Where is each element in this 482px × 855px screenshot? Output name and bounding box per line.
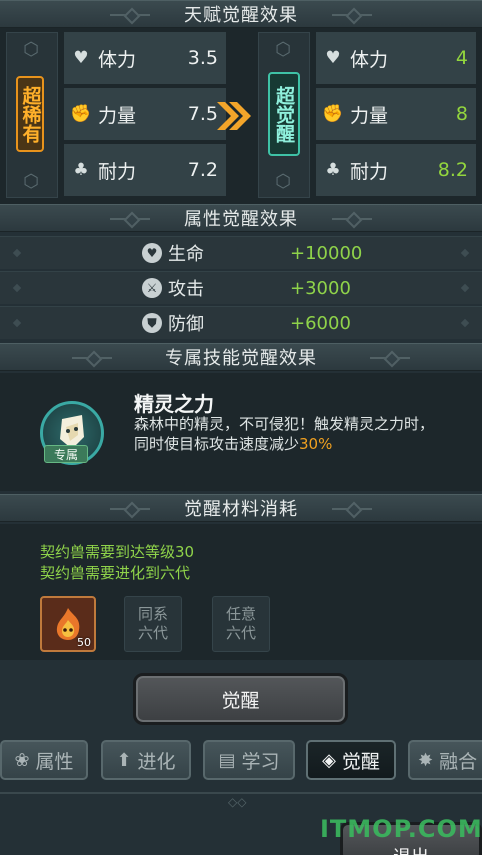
- skill-desc-line1: 森林中的精灵，不可侵犯！触发精灵之力时，: [134, 415, 435, 433]
- attr-label: 攻击: [168, 279, 204, 300]
- tab-label: 属性: [35, 750, 74, 773]
- awaken-button[interactable]: 觉醒: [133, 673, 348, 725]
- slot-label: 六代: [225, 624, 256, 642]
- beast-icon: ✸: [418, 749, 434, 771]
- emblem-icon: ⬡: [23, 170, 39, 192]
- skill-section-title: 专属技能觉醒效果: [165, 348, 317, 369]
- material-slot-any[interactable]: 任意 六代: [212, 596, 270, 652]
- material-section-header: 觉醒材料消耗: [0, 494, 482, 522]
- skill-panel: 专属 精灵之力 森林中的精灵，不可侵犯！触发精灵之力时， 同时使目标攻击速度减少…: [0, 373, 482, 491]
- after-stat-row: ✊ 力量 8: [316, 88, 476, 140]
- material-slot-beast[interactable]: 50: [40, 596, 96, 652]
- before-stat-row: ✊ 力量 7.5: [64, 88, 226, 140]
- stat-value: 8.2: [437, 159, 468, 181]
- tab-awaken[interactable]: ◈ 觉醒: [306, 740, 396, 780]
- emblem-icon: ⬡: [23, 38, 39, 60]
- before-stat-row: ♣ 耐力 7.2: [64, 144, 226, 196]
- before-stat-row: ♥ 体力 3.5: [64, 32, 226, 84]
- skill-desc-highlight: 30%: [299, 435, 333, 453]
- bottom-divider: [0, 792, 482, 794]
- figure-icon: ♣: [73, 160, 89, 180]
- attr-section-header: 属性觉醒效果: [0, 204, 482, 232]
- tab-attributes[interactable]: ❀ 属性: [0, 740, 88, 780]
- attr-row: ⛊ 防御 +6000: [0, 306, 482, 339]
- divider-ornament-icon: ◇◇: [228, 795, 247, 809]
- figure-icon: ♣: [325, 160, 341, 180]
- heart-icon: ♥: [73, 48, 89, 68]
- attr-label: 防御: [168, 314, 204, 335]
- slot-label: 六代: [137, 624, 168, 642]
- book-icon: ▤: [218, 749, 236, 771]
- arrow-up-icon: ⬆: [116, 749, 132, 771]
- emblem-icon: ⬡: [275, 170, 291, 192]
- stat-value: 4: [455, 47, 468, 69]
- shield-icon: ⛊: [142, 313, 162, 333]
- tab-learn[interactable]: ▤ 学习: [203, 740, 295, 780]
- attr-section-title: 属性觉醒效果: [184, 209, 298, 230]
- slot-label: 任意: [225, 605, 256, 623]
- mask-icon: ◈: [322, 749, 336, 771]
- after-stat-row: ♥ 体力 4: [316, 32, 476, 84]
- material-panel: 契约兽需要到达等级30 契约兽需要进化到六代 50 同系 六代 任意 六代: [0, 524, 482, 660]
- stat-label: 耐力: [350, 160, 389, 183]
- tab-label: 学习: [241, 750, 280, 773]
- fist-icon: ✊: [70, 104, 92, 124]
- chevron-right-icon: [214, 98, 254, 134]
- emblem-icon: ⬡: [275, 38, 291, 60]
- skill-desc-line2: 同时使目标攻击速度减少30%: [134, 433, 332, 454]
- stat-value: 8: [455, 103, 468, 125]
- tab-label: 觉醒: [341, 750, 380, 773]
- stat-label: 体力: [350, 48, 389, 71]
- requirement-level: 契约兽需要到达等级30: [40, 543, 195, 561]
- heart-icon: ♥: [325, 48, 341, 68]
- fist-icon: ✊: [322, 104, 344, 124]
- attr-label: 生命: [168, 244, 204, 265]
- attr-row: ♥ 生命 +10000: [0, 236, 482, 269]
- stat-label: 力量: [350, 104, 389, 127]
- skill-desc-text: 同时使目标攻击速度减少: [134, 435, 300, 453]
- exclusive-badge: 专属: [44, 445, 88, 463]
- attr-row: ⚔ 攻击 +3000: [0, 271, 482, 304]
- attr-value: +6000: [290, 312, 351, 334]
- stat-label: 力量: [98, 104, 137, 127]
- stat-value: 7.2: [187, 159, 218, 181]
- tab-label: 进化: [137, 750, 176, 773]
- talent-section-title: 天赋觉醒效果: [184, 5, 298, 26]
- stat-value: 3.5: [187, 47, 218, 69]
- attr-value: +10000: [290, 242, 363, 264]
- sword-icon: ⚔: [142, 278, 162, 298]
- material-section-title: 觉醒材料消耗: [184, 499, 298, 520]
- slot-label: 同系: [137, 605, 168, 623]
- after-rank-badge: 超觉醒: [268, 72, 300, 156]
- watermark: ITMOP.COM: [320, 815, 482, 843]
- skill-section-header: 专属技能觉醒效果: [0, 343, 482, 371]
- material-count: 50: [77, 636, 91, 649]
- paw-icon: ❀: [14, 749, 30, 771]
- tab-fusion[interactable]: ✸ 融合: [408, 740, 482, 780]
- tab-evolve[interactable]: ⬆ 进化: [101, 740, 191, 780]
- attr-value: +3000: [290, 277, 351, 299]
- talent-section-header: 天赋觉醒效果: [0, 0, 482, 28]
- requirement-evolve: 契约兽需要进化到六代: [40, 564, 191, 582]
- talent-panel: ⬡ ⬡ 超稀有 ♥ 体力 3.5 ✊ 力量 7.5 ♣ 耐力 7.2 ⬡ ⬡ 超…: [0, 28, 482, 204]
- material-slot-same-series[interactable]: 同系 六代: [124, 596, 182, 652]
- after-stat-row: ♣ 耐力 8.2: [316, 144, 476, 196]
- hp-icon: ♥: [142, 243, 162, 263]
- stat-label: 体力: [98, 48, 137, 71]
- before-rank-badge: 超稀有: [16, 76, 44, 152]
- stat-label: 耐力: [98, 160, 137, 183]
- tab-label: 融合: [439, 750, 478, 773]
